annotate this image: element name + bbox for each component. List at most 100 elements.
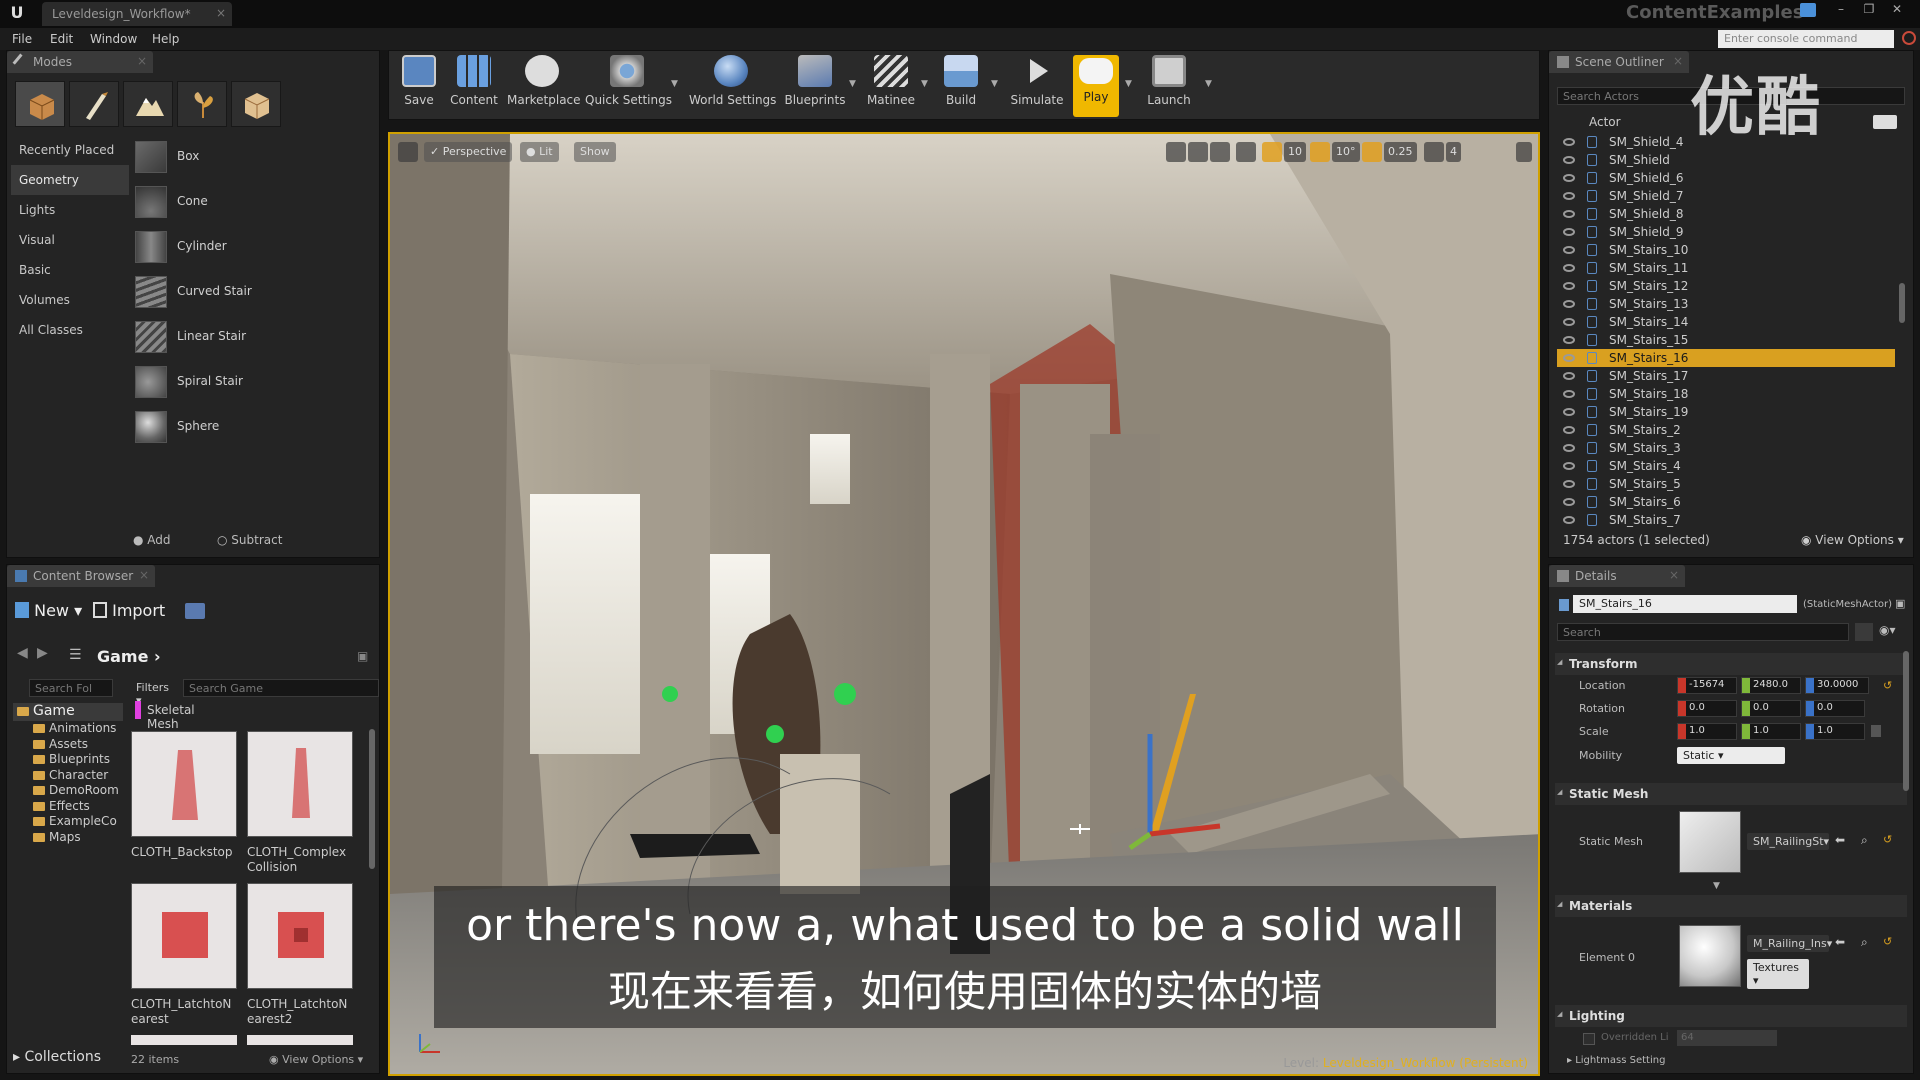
property-matrix-icon[interactable]	[1855, 623, 1873, 641]
show-button[interactable]: Show	[574, 142, 616, 162]
visibility-eye-icon[interactable]	[1563, 264, 1575, 272]
asset-tile[interactable]: CLOTH_Backstop	[131, 731, 237, 860]
back-arrow-icon[interactable]: ◀	[17, 645, 28, 661]
console-input[interactable]: Enter console command	[1718, 30, 1894, 48]
actor-row[interactable]: SM_Stairs_16	[1557, 349, 1895, 367]
search-assets-input[interactable]: Search Game	[183, 679, 379, 697]
lock-scale-icon[interactable]	[1871, 725, 1881, 737]
actor-row[interactable]: SM_Stairs_18	[1557, 385, 1895, 403]
actor-row[interactable]: SM_Stairs_12	[1557, 277, 1895, 295]
material-dropdown[interactable]: M_Railing_Ins▾	[1747, 935, 1832, 952]
use-selected-asset-icon[interactable]: ⬅	[1835, 833, 1845, 847]
rotate-icon[interactable]	[1188, 142, 1208, 162]
actor-row[interactable]: SM_Stairs_17	[1557, 367, 1895, 385]
actor-row[interactable]: SM_Shield_6	[1557, 169, 1895, 187]
mobility-dropdown[interactable]: Static ▾	[1677, 747, 1785, 764]
location-y-field[interactable]: 2480.0	[1741, 677, 1801, 694]
rotation-snap-value[interactable]: 10°	[1332, 142, 1360, 162]
outliner-view-options-button[interactable]: ◉ View Options ▾	[1801, 533, 1904, 547]
quick-settings-dropdown-icon[interactable]: ▼	[671, 79, 678, 89]
shape-cylinder[interactable]: Cylinder	[127, 225, 377, 270]
visibility-eye-icon[interactable]	[1563, 372, 1575, 380]
menu-file[interactable]: File	[12, 32, 32, 46]
tree-item-assets[interactable]: Assets	[13, 737, 123, 753]
tree-item-character[interactable]: Character	[13, 768, 123, 784]
expand-mesh-icon[interactable]: ▼	[1713, 881, 1720, 891]
actor-row[interactable]: SM_Stairs_13	[1557, 295, 1895, 313]
visibility-eye-icon[interactable]	[1563, 192, 1575, 200]
grid-snap-value[interactable]: 10	[1284, 142, 1306, 162]
visibility-eye-icon[interactable]	[1563, 174, 1575, 182]
visibility-eye-icon[interactable]	[1563, 444, 1575, 452]
browse-material-icon[interactable]: ⌕	[1861, 935, 1868, 950]
category-all-classes[interactable]: All Classes	[11, 315, 129, 345]
visibility-eye-icon[interactable]	[1563, 246, 1575, 254]
tree-root-game[interactable]: Game	[13, 703, 123, 721]
material-thumbnail[interactable]	[1679, 925, 1741, 987]
shape-spiral-stair[interactable]: Spiral Stair	[127, 360, 377, 405]
scale-snap-icon[interactable]	[1362, 142, 1382, 162]
tree-item-effects[interactable]: Effects	[13, 799, 123, 815]
static-mesh-section-header[interactable]: Static Mesh	[1555, 783, 1907, 805]
asset-tile[interactable]: CLOTH_LatchtoN earest2	[247, 883, 353, 1027]
reset-mesh-icon[interactable]: ↺	[1883, 833, 1892, 846]
actor-row[interactable]: SM_Stairs_7	[1557, 511, 1895, 529]
actor-row[interactable]: SM_Stairs_5	[1557, 475, 1895, 493]
visibility-eye-icon[interactable]	[1563, 156, 1575, 164]
visibility-eye-icon[interactable]	[1563, 354, 1575, 362]
maximize-viewport-icon[interactable]	[1516, 142, 1532, 162]
close-details-icon[interactable]: ×	[1669, 568, 1679, 582]
scale-y-field[interactable]: 1.0	[1741, 723, 1801, 740]
lightmass-settings-row[interactable]: ▸ Lightmass Setting	[1567, 1055, 1665, 1066]
landscape-mode-button[interactable]	[123, 81, 173, 127]
visibility-eye-icon[interactable]	[1563, 282, 1575, 290]
lit-button[interactable]: ● Lit	[520, 142, 559, 162]
static-mesh-thumbnail[interactable]	[1679, 811, 1741, 873]
sources-toggle-icon[interactable]: ☰	[69, 647, 82, 663]
close-window-icon[interactable]: ✕	[1886, 2, 1908, 20]
camera-speed-value[interactable]: 4	[1446, 142, 1461, 162]
feedback-icon[interactable]	[1800, 3, 1816, 17]
rotation-snap-icon[interactable]	[1310, 142, 1330, 162]
tab-scene-outliner[interactable]: Scene Outliner ×	[1549, 51, 1689, 73]
lighting-section-header[interactable]: Lighting	[1555, 1005, 1907, 1027]
visibility-eye-icon[interactable]	[1563, 498, 1575, 506]
world-local-icon[interactable]	[1236, 142, 1256, 162]
filter-tag-skeletal-mesh[interactable]: Skeletal Mesh	[135, 701, 227, 731]
actor-row[interactable]: SM_Shield	[1557, 151, 1895, 169]
lock-details-icon[interactable]: ▣	[1895, 597, 1905, 610]
maximize-icon[interactable]: ❐	[1858, 2, 1880, 20]
static-mesh-dropdown[interactable]: SM_RailingSt▾	[1747, 833, 1829, 850]
build-dropdown-icon[interactable]: ▼	[991, 79, 998, 89]
collections-toggle[interactable]: ▸ Collections	[13, 1049, 101, 1065]
details-search-input[interactable]: Search	[1557, 623, 1849, 641]
shape-cone[interactable]: Cone	[127, 180, 377, 225]
new-button[interactable]: New ▾	[15, 601, 82, 620]
visibility-eye-icon[interactable]	[1563, 336, 1575, 344]
shape-box[interactable]: Box	[127, 135, 377, 180]
visibility-eye-icon[interactable]	[1563, 390, 1575, 398]
visibility-eye-icon[interactable]	[1563, 462, 1575, 470]
visibility-eye-icon[interactable]	[1563, 318, 1575, 326]
shape-sphere[interactable]: Sphere	[127, 405, 377, 450]
actor-row[interactable]: SM_Stairs_6	[1557, 493, 1895, 511]
grid-snap-icon[interactable]	[1262, 142, 1282, 162]
tab-modes[interactable]: Modes ×	[7, 51, 153, 73]
asset-tile-partial[interactable]	[247, 1035, 353, 1045]
lock-icon[interactable]: ▣	[357, 649, 368, 663]
visibility-eye-icon[interactable]	[1563, 516, 1575, 524]
close-content-browser-icon[interactable]: ×	[139, 568, 149, 582]
foliage-mode-button[interactable]	[177, 81, 227, 127]
location-x-field[interactable]: -15674	[1677, 677, 1737, 694]
close-modes-icon[interactable]: ×	[137, 54, 147, 68]
visibility-eye-icon[interactable]	[1563, 228, 1575, 236]
geometry-mode-button[interactable]	[231, 81, 281, 127]
column-header-actor[interactable]: Actor	[1589, 115, 1621, 129]
save-button[interactable]: Save	[397, 55, 441, 117]
actor-row[interactable]: SM_Stairs_3	[1557, 439, 1895, 457]
build-button[interactable]: Build	[937, 55, 985, 117]
rotation-x-field[interactable]: 0.0	[1677, 700, 1737, 717]
rotation-y-field[interactable]: 0.0	[1741, 700, 1801, 717]
menu-help[interactable]: Help	[152, 32, 179, 46]
simulate-button[interactable]: Simulate	[1009, 55, 1065, 117]
